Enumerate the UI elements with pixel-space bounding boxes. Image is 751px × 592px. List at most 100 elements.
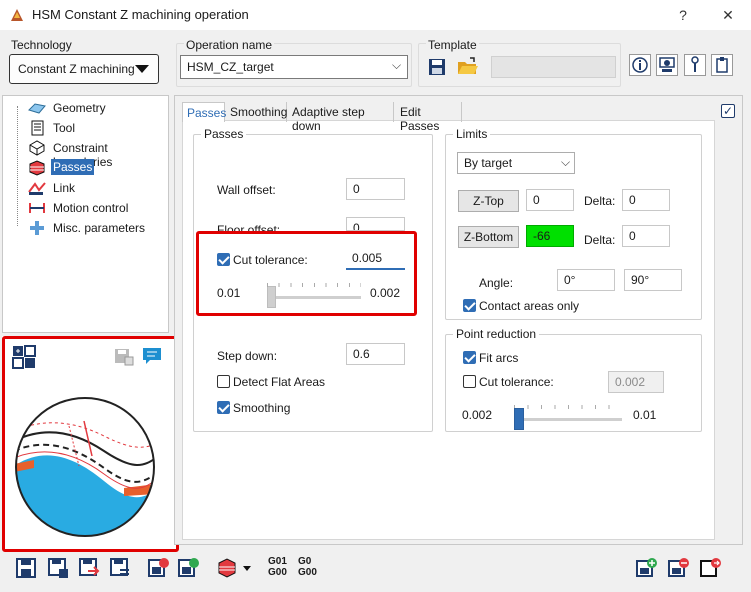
- contact-areas-label: Contact areas only: [479, 299, 580, 313]
- operation-name-value: HSM_CZ_target: [187, 60, 274, 74]
- key-icon[interactable]: [684, 54, 706, 76]
- z-bottom-button[interactable]: Z-Bottom: [458, 226, 519, 248]
- detect-flat-checkbox[interactable]: [217, 375, 230, 388]
- pr-slider-max-label: 0.01: [633, 408, 657, 422]
- z-bottom-input[interactable]: -66: [526, 225, 574, 247]
- tree-item-passes[interactable]: Passes: [17, 159, 165, 176]
- pr-slider-min-label: 0.002: [462, 408, 493, 422]
- dropdown-arrow-icon: [135, 65, 149, 73]
- limits-group-title: Limits: [453, 127, 491, 141]
- pr-slider-handle[interactable]: [514, 408, 524, 430]
- tab-label: Edit Passes: [400, 105, 440, 133]
- g0-g00-button[interactable]: G0 G00: [298, 556, 322, 578]
- technology-label: Technology: [11, 38, 72, 52]
- tree-item-constraint-boundaries[interactable]: Constraint boundaries: [17, 140, 165, 169]
- tree-item-motion-control[interactable]: Motion control: [17, 200, 165, 216]
- save-icon[interactable]: [15, 557, 37, 579]
- window-title: HSM Constant Z machining operation: [32, 7, 249, 22]
- pr-slider-ticks: [514, 405, 622, 409]
- save-as-icon[interactable]: [47, 557, 69, 579]
- z-top-button[interactable]: Z-Top: [458, 190, 519, 212]
- slider-max-label: 0.002: [370, 286, 401, 300]
- info-icon[interactable]: [629, 54, 651, 76]
- tree-item-geometry[interactable]: Geometry: [17, 100, 165, 116]
- tab-smoothing[interactable]: Smoothing: [226, 102, 287, 122]
- close-button[interactable]: ✕: [713, 4, 743, 26]
- limits-mode-value: By target: [464, 156, 513, 170]
- clipboard-icon[interactable]: [711, 54, 733, 76]
- cut-tolerance-checkbox[interactable]: [217, 253, 230, 266]
- contact-areas-checkbox[interactable]: [463, 299, 476, 312]
- angle-label: Angle:: [479, 276, 514, 290]
- pr-cut-tolerance-checkbox[interactable]: [463, 375, 476, 388]
- misc-parameters-icon: [27, 220, 47, 236]
- motion-control-icon: [27, 200, 47, 216]
- cut-tolerance-input[interactable]: 0.005: [346, 248, 405, 270]
- template-name-field[interactable]: [491, 56, 616, 78]
- passes-dropdown-arrow-icon[interactable]: [243, 566, 251, 571]
- geometry-icon: [27, 100, 47, 116]
- limits-mode-select[interactable]: By target ⌵: [457, 152, 575, 174]
- preview-view-icon[interactable]: [656, 54, 678, 76]
- tab-passes[interactable]: Passes: [182, 102, 227, 122]
- toolpath-preview-image: [14, 396, 156, 538]
- passes-icon: [27, 160, 47, 176]
- chevron-down-icon: ⌵: [561, 155, 571, 169]
- title-bar: HSM Constant Z machining operation ? ✕: [0, 0, 751, 30]
- cut-tolerance-slider-handle[interactable]: [267, 286, 276, 308]
- wall-offset-input[interactable]: 0: [346, 178, 405, 200]
- pr-slider-track[interactable]: [514, 418, 622, 421]
- step-down-label: Step down:: [217, 349, 278, 363]
- export-operation-icon[interactable]: [668, 557, 690, 579]
- link-icon: [27, 180, 47, 196]
- passes-cube-icon[interactable]: [216, 557, 238, 579]
- tree-item-label: Tool: [53, 121, 76, 135]
- fit-arcs-checkbox[interactable]: [463, 351, 476, 364]
- passes-group-title: Passes: [201, 127, 247, 141]
- chevron-down-icon: ⌵: [392, 58, 402, 72]
- tree-item-label: Passes: [51, 159, 95, 175]
- tree-item-label: Motion control: [53, 201, 129, 215]
- save-export-icon[interactable]: [78, 557, 100, 579]
- z-bottom-delta-input[interactable]: 0: [622, 225, 670, 247]
- preview-save-icon[interactable]: [114, 348, 134, 366]
- tab-adaptive-step-down[interactable]: Adaptive step down: [288, 102, 394, 133]
- exit-icon[interactable]: [700, 557, 722, 579]
- tree-item-label: Misc. parameters: [53, 221, 146, 235]
- tree-item-misc-parameters[interactable]: Misc. parameters: [17, 220, 165, 236]
- boundary-icon: [27, 140, 47, 156]
- layout-grid-icon[interactable]: [12, 345, 36, 369]
- operation-name-label: Operation name: [184, 38, 275, 52]
- z-bottom-delta-label: Delta:: [584, 233, 616, 247]
- point-reduction-group-title: Point reduction: [453, 327, 540, 341]
- template-label: Template: [426, 38, 479, 52]
- technology-dropdown[interactable]: Constant Z machining: [9, 54, 159, 84]
- angle-to-input[interactable]: 90°: [624, 269, 682, 291]
- save-calc-green-icon[interactable]: [178, 557, 200, 579]
- z-top-input[interactable]: 0: [526, 189, 574, 211]
- smoothing-label: Smoothing: [233, 401, 291, 415]
- save-template-icon[interactable]: [427, 57, 447, 77]
- pr-cut-tolerance-input[interactable]: 0.002: [608, 371, 664, 393]
- comment-icon[interactable]: [141, 346, 163, 366]
- open-template-icon[interactable]: [457, 57, 479, 77]
- tree-item-link[interactable]: Link: [17, 180, 165, 196]
- floor-offset-input[interactable]: 0: [346, 217, 405, 231]
- tab-label: Passes: [187, 106, 227, 120]
- z-top-delta-input[interactable]: 0: [622, 189, 670, 211]
- help-button[interactable]: ?: [668, 4, 698, 26]
- tree-item-tool[interactable]: Tool: [17, 120, 165, 136]
- smoothing-checkbox[interactable]: [217, 401, 230, 414]
- save-list-icon[interactable]: [109, 557, 131, 579]
- tab-label: Smoothing: [230, 105, 288, 119]
- cut-tolerance-slider-track[interactable]: [267, 296, 361, 299]
- angle-from-input[interactable]: 0°: [557, 269, 615, 291]
- tab-edit-passes[interactable]: Edit Passes: [396, 102, 462, 133]
- step-down-input[interactable]: 0.6: [346, 343, 405, 365]
- z-top-delta-label: Delta:: [584, 194, 616, 208]
- operation-name-input[interactable]: HSM_CZ_target ⌵: [180, 55, 408, 79]
- slider-ticks: [267, 283, 361, 287]
- add-operation-icon[interactable]: [636, 557, 658, 579]
- g01-g00-button[interactable]: G01 G00: [268, 556, 290, 578]
- save-calc-red-icon[interactable]: [148, 557, 170, 579]
